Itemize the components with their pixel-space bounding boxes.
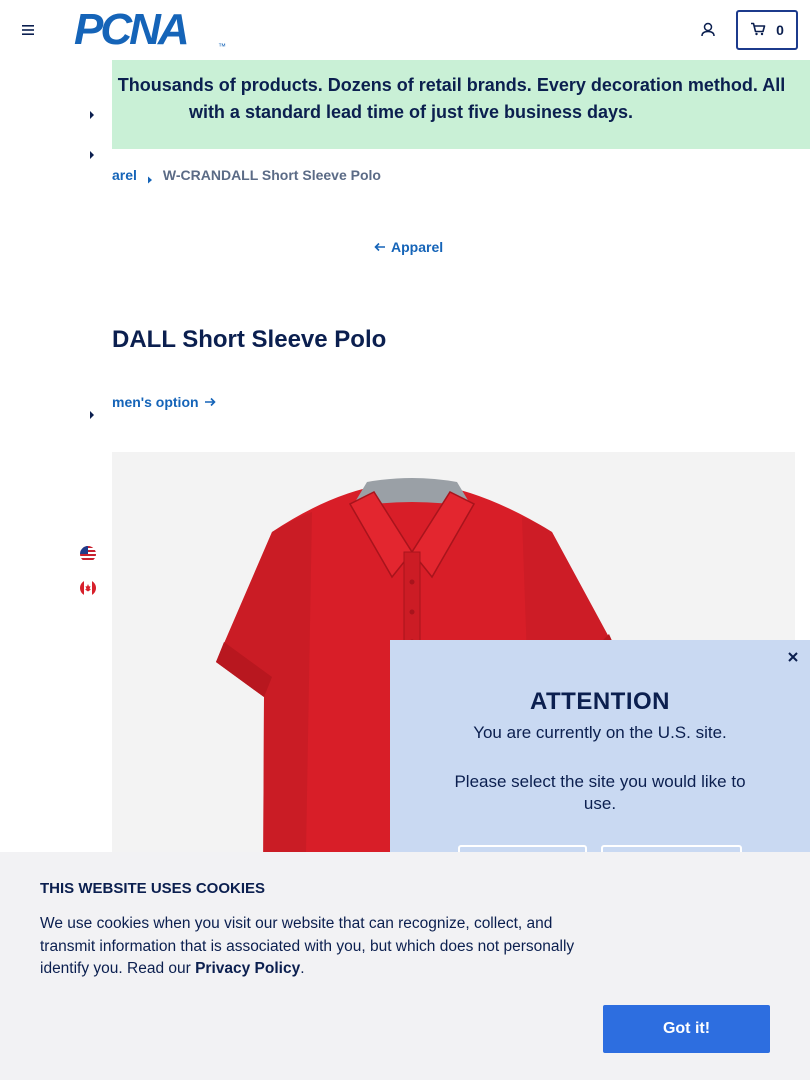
promo-banner: ! Thousands of products. Dozens of retai… — [107, 60, 810, 149]
caret-right-icon[interactable] — [88, 107, 96, 119]
modal-title: ATTENTION — [529, 688, 671, 715]
caret-right-icon[interactable] — [88, 147, 96, 159]
breadcrumb: arel W-CRANDALL Short Sleeve Polo — [112, 167, 381, 184]
cookie-message: We use cookies when you visit our websit… — [40, 913, 610, 981]
cookie-banner: THIS WEBSITE USES COOKIES We use cookies… — [0, 852, 810, 1080]
caret-right-icon — [147, 171, 153, 184]
close-icon[interactable] — [786, 650, 800, 664]
cookie-body-text: We use cookies when you visit our websit… — [40, 915, 575, 977]
back-to-category-link[interactable]: Apparel — [374, 239, 443, 255]
us-flag-icon[interactable] — [80, 546, 96, 562]
hamburger-menu-icon[interactable] — [18, 20, 38, 40]
cart-icon — [750, 22, 766, 39]
alternate-option-link[interactable]: men's option — [112, 394, 216, 410]
logo-text: PCNA — [74, 5, 190, 54]
caret-right-icon[interactable] — [88, 407, 96, 419]
breadcrumb-parent-link[interactable]: arel — [112, 167, 137, 183]
cookie-title: THIS WEBSITE USES COOKIES — [40, 880, 266, 897]
arrow-right-icon — [204, 394, 216, 410]
cookie-period: . — [300, 960, 305, 977]
user-icon[interactable] — [698, 20, 718, 40]
option-link-label: men's option — [112, 394, 199, 410]
accept-cookies-button[interactable]: Got it! — [603, 1005, 770, 1053]
modal-current-site-text: You are currently on the U.S. site. — [473, 723, 727, 742]
back-link-label: Apparel — [391, 239, 444, 255]
promo-line-1: ! Thousands of products. Dozens of retai… — [106, 75, 786, 95]
pcna-logo[interactable]: PCNA ™ — [74, 5, 226, 54]
privacy-policy-link[interactable]: Privacy Policy — [195, 960, 300, 977]
cart-count: 0 — [776, 22, 784, 38]
logo-trademark: ™ — [218, 42, 226, 51]
breadcrumb-current: W-CRANDALL Short Sleeve Polo — [162, 167, 381, 183]
cart-button[interactable]: 0 — [736, 10, 798, 50]
product-title: DALL Short Sleeve Polo — [112, 326, 387, 353]
canada-flag-icon[interactable] — [80, 580, 96, 596]
promo-line-2: with a standard lead time of just five b… — [188, 102, 634, 122]
modal-select-site-text: Please select the site you would like to… — [454, 772, 746, 813]
arrow-left-icon — [374, 239, 386, 255]
promo-banner-text: ! Thousands of products. Dozens of retai… — [107, 72, 810, 126]
site-header: PCNA ™ 0 — [0, 0, 810, 60]
